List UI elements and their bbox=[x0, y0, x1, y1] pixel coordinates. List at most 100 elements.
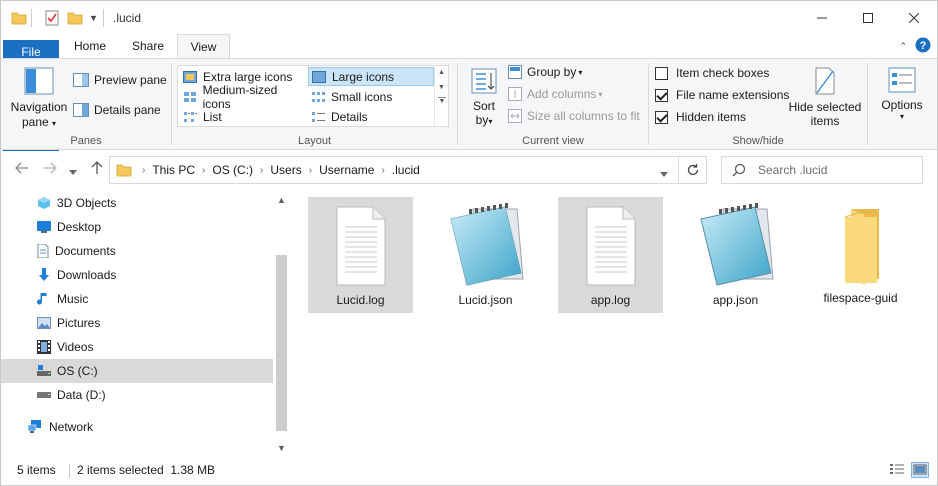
hidden-items-label: Hidden items bbox=[676, 110, 747, 124]
chevron-right-icon[interactable]: › bbox=[202, 165, 205, 176]
layout-label: List bbox=[203, 109, 222, 124]
layout-list[interactable]: List bbox=[180, 107, 306, 126]
up-button[interactable] bbox=[91, 161, 103, 180]
back-arrow-icon bbox=[15, 162, 28, 174]
breadcrumb-lucid[interactable]: .lucid bbox=[392, 163, 420, 177]
gallery-expand-icon[interactable]: ▼ bbox=[438, 97, 446, 105]
minimize-button[interactable] bbox=[799, 1, 845, 34]
hidden-items-toggle[interactable]: Hidden items bbox=[655, 110, 746, 124]
extra-large-icons-icon bbox=[183, 70, 197, 83]
hidden-items-checkbox[interactable] bbox=[655, 110, 668, 124]
tab-share[interactable]: Share bbox=[121, 34, 175, 58]
refresh-button[interactable] bbox=[679, 156, 707, 184]
svg-text:?: ? bbox=[920, 40, 927, 52]
close-button[interactable] bbox=[891, 1, 937, 34]
nav-item-label: Pictures bbox=[57, 316, 101, 330]
back-button[interactable] bbox=[15, 161, 29, 179]
preview-pane-button[interactable]: Preview pane bbox=[73, 73, 167, 87]
search-placeholder[interactable]: Search .lucid bbox=[758, 163, 827, 177]
nav-item-music[interactable]: Music bbox=[1, 287, 273, 311]
file-item-lucid-log[interactable]: Lucid.log bbox=[308, 197, 413, 313]
nav-item-label: Downloads bbox=[57, 268, 117, 282]
chevron-right-icon[interactable]: › bbox=[381, 165, 384, 176]
show-hide-group-label: Show/hide bbox=[732, 135, 784, 147]
file-item-filespace-guid[interactable]: filespace-guid bbox=[808, 197, 913, 313]
layout-small-icons[interactable]: Small icons bbox=[308, 87, 434, 106]
details-view-button[interactable] bbox=[889, 462, 907, 478]
scrollbar-thumb[interactable] bbox=[276, 255, 287, 431]
qa-separator bbox=[103, 9, 104, 27]
breadcrumb-username[interactable]: Username bbox=[319, 163, 374, 177]
scroll-up-icon[interactable]: ▲ bbox=[273, 195, 290, 205]
chevron-right-icon[interactable]: › bbox=[309, 165, 312, 176]
size-columns-button[interactable]: Size all columns to fit bbox=[508, 109, 640, 123]
sort-by-label-2: by▾ bbox=[475, 113, 493, 127]
file-item-lucid-json[interactable]: Lucid.json bbox=[433, 197, 538, 313]
file-list: Lucid.log Lucid.json app.log app.json fi… bbox=[291, 191, 937, 457]
search-box[interactable]: Search .lucid bbox=[721, 156, 923, 184]
group-by-button[interactable]: Group by ▾ bbox=[508, 65, 582, 79]
breadcrumb-os-c[interactable]: OS (C:) bbox=[212, 163, 253, 177]
tab-home[interactable]: Home bbox=[63, 34, 117, 58]
collapse-ribbon-icon[interactable]: ⌃ bbox=[899, 41, 907, 52]
tab-view[interactable]: View bbox=[177, 34, 230, 59]
layout-large-icons[interactable]: Large icons bbox=[308, 67, 434, 86]
options-group: Options ▾ bbox=[868, 59, 937, 149]
preview-pane-icon bbox=[73, 73, 89, 87]
help-icon[interactable]: ? bbox=[915, 37, 931, 56]
maximize-button[interactable] bbox=[845, 1, 891, 34]
drive-icon bbox=[37, 391, 51, 399]
file-item-app-log[interactable]: app.log bbox=[558, 197, 663, 313]
explorer-window: ▼ .lucid File Home Share View ⌃ ? Naviga… bbox=[0, 0, 938, 486]
breadcrumb-users[interactable]: Users bbox=[270, 163, 301, 177]
nav-item-os-c[interactable]: OS (C:) bbox=[1, 359, 273, 383]
details-pane-icon bbox=[73, 103, 89, 117]
new-folder-icon[interactable] bbox=[67, 9, 83, 27]
item-check-boxes-toggle[interactable]: Item check boxes bbox=[655, 66, 769, 80]
nav-item-desktop[interactable]: Desktop bbox=[1, 215, 273, 239]
hide-selected-items-button[interactable]: Hide selected items bbox=[787, 67, 863, 128]
recent-locations-button[interactable] bbox=[69, 163, 77, 181]
nav-item-pictures[interactable]: Pictures bbox=[1, 311, 273, 335]
options-button[interactable]: Options ▾ bbox=[874, 67, 930, 121]
nav-item-3d-objects[interactable]: 3D Objects bbox=[1, 191, 273, 215]
scroll-up-icon[interactable]: ▲ bbox=[435, 69, 448, 76]
navigation-pane-button[interactable]: Navigation pane ▾ bbox=[11, 67, 67, 129]
downloads-icon bbox=[37, 268, 51, 282]
nav-item-network[interactable]: Network bbox=[1, 415, 273, 439]
file-name-extensions-checkbox[interactable] bbox=[655, 88, 668, 102]
sort-by-button[interactable]: Sort by▾ bbox=[466, 67, 502, 127]
large-icons-icon bbox=[312, 70, 326, 83]
ribbon-tabs: File Home Share View ⌃ ? bbox=[1, 34, 937, 156]
layout-details[interactable]: Details bbox=[308, 107, 434, 126]
nav-item-downloads[interactable]: Downloads bbox=[1, 263, 273, 287]
add-columns-button[interactable]: Add columns ▾ bbox=[508, 87, 602, 101]
window-title: .lucid bbox=[113, 11, 142, 25]
show-hide-group: Item check boxes File name extensions Hi… bbox=[649, 59, 867, 149]
item-check-boxes-checkbox[interactable] bbox=[655, 66, 668, 80]
nav-item-videos[interactable]: Videos bbox=[1, 335, 273, 359]
forward-button[interactable] bbox=[43, 161, 57, 179]
search-icon bbox=[732, 163, 746, 177]
scroll-down-icon[interactable]: ▼ bbox=[273, 443, 290, 453]
nav-item-label: Videos bbox=[57, 340, 94, 354]
layout-label: Small icons bbox=[331, 89, 393, 104]
chevron-right-icon[interactable]: › bbox=[260, 165, 263, 176]
layout-gallery-scroll[interactable]: ▲ ▼ ▼ bbox=[434, 66, 448, 126]
properties-icon[interactable] bbox=[45, 9, 59, 27]
breadcrumb-this-pc[interactable]: This PC bbox=[152, 163, 195, 177]
nav-pane-scrollbar[interactable]: ▲ ▼ bbox=[273, 191, 290, 457]
address-bar[interactable]: › This PC › OS (C:) › Users › Username ›… bbox=[109, 156, 679, 184]
text-file-icon bbox=[586, 206, 635, 286]
navigation-pane: 3D Objects Desktop Documents Downloads M… bbox=[1, 191, 291, 457]
file-item-app-json[interactable]: app.json bbox=[683, 197, 788, 313]
scroll-down-icon[interactable]: ▼ bbox=[435, 84, 448, 91]
file-name-extensions-toggle[interactable]: File name extensions bbox=[655, 88, 789, 102]
address-dropdown-icon[interactable] bbox=[660, 167, 668, 181]
qa-customize-icon[interactable]: ▼ bbox=[89, 9, 98, 27]
large-icons-view-button[interactable] bbox=[911, 462, 929, 478]
nav-item-documents[interactable]: Documents bbox=[1, 239, 273, 263]
details-pane-button[interactable]: Details pane bbox=[73, 103, 161, 117]
layout-medium-icons[interactable]: Medium-sized icons bbox=[180, 83, 306, 111]
nav-item-data-d[interactable]: Data (D:) bbox=[1, 383, 273, 407]
